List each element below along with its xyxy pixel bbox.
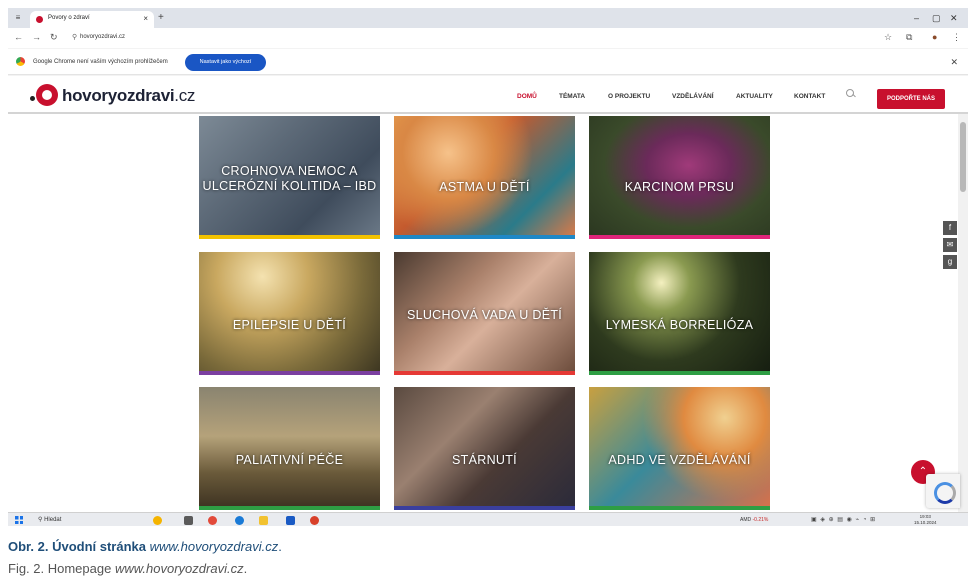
- recaptcha-badge[interactable]: [926, 474, 960, 508]
- topic-card-bar: [394, 371, 575, 375]
- favicon-icon: [36, 16, 44, 23]
- app-icon[interactable]: [310, 516, 319, 525]
- back-icon[interactable]: ←: [14, 32, 23, 43]
- topic-card-bar: [199, 371, 380, 375]
- topic-grid: CROHNOVA NEMOC A ULCERÓZNÍ KOLITIDA – IB…: [8, 114, 958, 512]
- topic-card-epilepsy[interactable]: EPILEPSIE U DĚTÍ: [199, 252, 380, 375]
- tab-search-icon[interactable]: ≡: [12, 12, 24, 24]
- logo-mark-icon: [36, 84, 58, 106]
- windows-taskbar: ⚲ Hledat AMD -0.21% ▣ ◈ ⊕ ▤ ◉ ⌁ ◔ ⊞ 19:0…: [8, 512, 968, 526]
- infobar-message: Google Chrome není vaším výchozím prohlí…: [33, 59, 168, 65]
- address-bar: ← → ↻ ⚲ hovoryozdravi.cz ☆ ⧉ ● ⋮: [8, 28, 968, 48]
- topic-card-label: ADHD VE VZDĚLÁVÁNÍ: [608, 453, 751, 467]
- browser-screenshot: ≡ Povory o zdraví × + – ▢ ✕ ← → ↻ ⚲ hovo…: [8, 8, 968, 526]
- logo-text: hovoryozdravi.cz: [62, 86, 196, 105]
- maximize-icon[interactable]: ▢: [932, 13, 941, 23]
- topic-card-label: SLUCHOVÁ VADA U DĚTÍ: [406, 308, 563, 322]
- scrollbar-thumb[interactable]: [960, 122, 966, 192]
- nav-about[interactable]: O PROJEKTU: [608, 93, 650, 100]
- topic-card-adhd[interactable]: ADHD VE VZDĚLÁVÁNÍ: [589, 387, 770, 510]
- topic-card-label: LYMESKÁ BORRELIÓZA: [605, 318, 754, 332]
- site-header: hovoryozdravi.cz DOMŮ TÉMATA O PROJEKTU …: [8, 76, 968, 114]
- facebook-icon[interactable]: f: [943, 221, 957, 235]
- topic-card-bar: [199, 506, 380, 510]
- topic-card-label: EPILEPSIE U DĚTÍ: [232, 318, 347, 332]
- topic-card-asthma[interactable]: ASTMA U DĚTÍ: [394, 116, 575, 239]
- topic-card-hearing[interactable]: SLUCHOVÁ VADA U DĚTÍ: [394, 252, 575, 375]
- system-tray[interactable]: ▣ ◈ ⊕ ▤ ◉ ⌁ ◔ ⊞: [811, 516, 911, 525]
- reload-icon[interactable]: ↻: [50, 32, 58, 43]
- infobar-close-icon[interactable]: ✕: [950, 57, 958, 67]
- stock-widget[interactable]: AMD -0.21%: [740, 517, 768, 523]
- browser-tab[interactable]: Povory o zdraví ×: [30, 11, 154, 28]
- explorer-icon[interactable]: [259, 516, 268, 525]
- nav-home[interactable]: DOMŮ: [517, 93, 537, 100]
- email-icon[interactable]: ✉: [943, 238, 957, 252]
- forward-icon[interactable]: →: [32, 32, 41, 43]
- outlook-icon[interactable]: [286, 516, 295, 525]
- topic-card-label: KARCINOM PRSU: [624, 180, 735, 194]
- nav-education[interactable]: VZDĚLÁVÁNÍ: [672, 93, 714, 100]
- nav-news[interactable]: AKTUALITY: [736, 93, 773, 100]
- nav-contact[interactable]: KONTAKT: [794, 93, 825, 100]
- topic-card-aging[interactable]: STÁRNUTÍ: [394, 387, 575, 510]
- topic-card-label: ASTMA U DĚTÍ: [439, 180, 530, 194]
- topic-card-bar: [199, 235, 380, 239]
- google-icon[interactable]: g: [943, 255, 957, 269]
- default-browser-infobar: Google Chrome není vaším výchozím prohlí…: [8, 49, 968, 75]
- copilot-icon[interactable]: [153, 516, 162, 525]
- figure-caption-cz: Obr. 2. Úvodní stránka www.hovoryozdravi…: [8, 539, 282, 554]
- topic-card-breast-cancer[interactable]: KARCINOM PRSU: [589, 116, 770, 239]
- taskbar-clock[interactable]: 19:03 15.10.2024: [914, 514, 937, 526]
- tab-title: Povory o zdraví: [48, 15, 90, 21]
- nav-topics[interactable]: TÉMATA: [559, 93, 585, 100]
- support-button[interactable]: PODPOŘTE NÁS: [877, 89, 945, 109]
- menu-icon[interactable]: ⋮: [952, 32, 961, 43]
- topic-card-lyme[interactable]: LYMESKÁ BORRELIÓZA: [589, 252, 770, 375]
- search-icon[interactable]: [846, 89, 856, 99]
- tab-bar: ≡ Povory o zdraví × + – ▢ ✕: [8, 8, 968, 28]
- page-scrollbar[interactable]: [958, 114, 968, 512]
- topic-card-bar: [394, 506, 575, 510]
- close-tab-icon[interactable]: ×: [143, 14, 148, 23]
- task-view-icon[interactable]: [184, 516, 193, 525]
- topic-card-bar: [589, 235, 770, 239]
- topic-card-bar: [589, 506, 770, 510]
- topic-card-ibd[interactable]: CROHNOVA NEMOC A ULCERÓZNÍ KOLITIDA – IB…: [199, 116, 380, 239]
- extensions-icon[interactable]: ⧉: [906, 32, 912, 43]
- topic-card-palliative[interactable]: PALIATIVNÍ PÉČE: [199, 387, 380, 510]
- new-tab-icon[interactable]: +: [158, 12, 164, 23]
- bookmark-icon[interactable]: ☆: [884, 32, 892, 43]
- profile-avatar[interactable]: ●: [932, 32, 937, 43]
- site-info-icon[interactable]: ⚲: [72, 33, 77, 41]
- topic-card-bar: [589, 371, 770, 375]
- figure-caption-en: Fig. 2. Homepage www.hovoryozdravi.cz.: [8, 561, 248, 576]
- topic-card-label: CROHNOVA NEMOC A ULCERÓZNÍ KOLITIDA – IB…: [202, 164, 377, 193]
- chrome-icon: [16, 57, 25, 66]
- edge-icon[interactable]: [235, 516, 244, 525]
- taskbar-search[interactable]: ⚲ Hledat: [38, 516, 61, 523]
- topic-card-label: PALIATIVNÍ PÉČE: [235, 453, 344, 467]
- topic-card-label: STÁRNUTÍ: [452, 453, 517, 467]
- url-field[interactable]: hovoryozdravi.cz: [80, 34, 125, 40]
- start-icon[interactable]: [15, 516, 23, 524]
- set-default-button[interactable]: Nastavit jako výchozí: [185, 54, 266, 71]
- close-window-icon[interactable]: ✕: [950, 13, 958, 23]
- topic-card-bar: [394, 235, 575, 239]
- minimize-icon[interactable]: –: [914, 13, 919, 23]
- chrome-taskbar-icon[interactable]: [208, 516, 217, 525]
- logo-dot: [30, 96, 35, 101]
